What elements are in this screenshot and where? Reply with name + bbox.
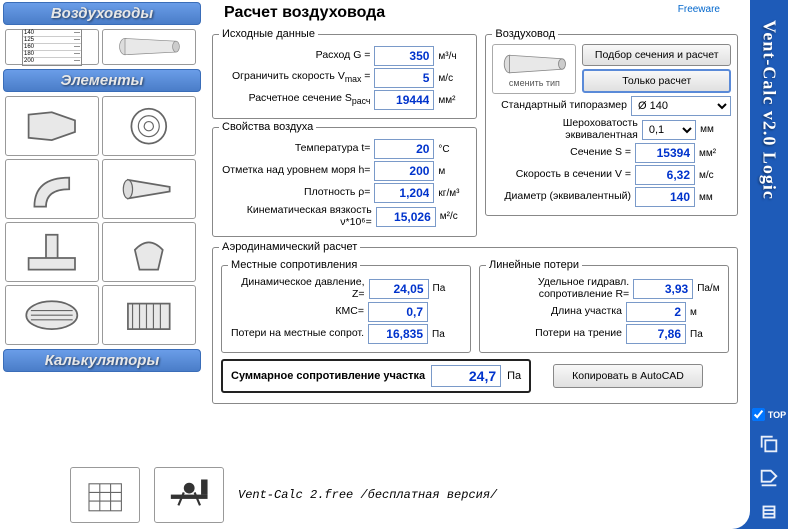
fieldset-linear: Линейные потери Удельное гидравл. сопрот…: [479, 259, 729, 353]
unit-sect: мм²: [438, 95, 470, 106]
lbl-sect: Расчетное сечение Sрасч: [249, 93, 371, 107]
top-checkbox[interactable]: TOP: [752, 408, 786, 421]
unit-d: мм: [699, 192, 731, 203]
select-rough[interactable]: 0,1: [642, 120, 696, 140]
input-kmc[interactable]: [368, 302, 428, 322]
out-r: [633, 279, 693, 299]
btn-calc-only[interactable]: Только расчет: [582, 69, 731, 93]
legend-aero: Аэродинамический расчет: [219, 241, 360, 253]
footer-text: Vent-Calc 2.free /бесплатная версия/: [238, 488, 497, 502]
thumb-diffuser[interactable]: [102, 96, 196, 156]
input-sect[interactable]: [374, 90, 434, 110]
thumb-round-duct[interactable]: [102, 29, 196, 65]
fieldset-local: Местные сопротивления Динамическое давле…: [221, 259, 471, 353]
unit-fric: Па: [690, 329, 722, 340]
export-icon[interactable]: [756, 465, 782, 491]
thumb-elbow[interactable]: [5, 159, 99, 219]
sum-box: Суммарное сопротивление участка Па: [221, 359, 531, 393]
input-dens[interactable]: [374, 183, 434, 203]
out-fric: [626, 324, 686, 344]
thumb-cap[interactable]: [102, 222, 196, 282]
input-flow[interactable]: [374, 46, 434, 66]
legend-input: Исходные данные: [219, 28, 318, 40]
input-temp[interactable]: [374, 139, 434, 159]
btn-copy-autocad[interactable]: Копировать в AutoCAD: [553, 364, 703, 388]
unit-sum: Па: [507, 370, 521, 382]
lbl-visc: Кинематическая вязкость ν*10⁶=: [219, 205, 372, 228]
input-visc[interactable]: [376, 207, 436, 227]
thumb-calc-building[interactable]: [70, 467, 140, 523]
fieldset-duct: Воздуховод сменить тип Подбор сечения и …: [485, 28, 738, 216]
unit-flow: м³/ч: [438, 51, 470, 62]
lbl-alt: Отметка над уровнем моря h=: [222, 165, 370, 177]
unit-rough: мм: [700, 124, 731, 135]
page-title: Расчет воздуховода: [224, 4, 740, 22]
unit-len: м: [690, 307, 722, 318]
lbl-localloss: Потери на местные сопрот.: [231, 328, 364, 340]
unit-dens: кг/м³: [438, 188, 470, 199]
lbl-rough: Шероховатость эквивалентная: [492, 118, 637, 141]
lbl-temp: Температура t=: [295, 143, 371, 155]
thumb-adapter[interactable]: [5, 96, 99, 156]
legend-duct: Воздуховод: [492, 28, 558, 40]
sidebar-hdr-elements: Элементы: [3, 69, 201, 92]
duct-type-image[interactable]: сменить тип: [492, 44, 576, 94]
unit-visc: м²/с: [440, 211, 471, 222]
fieldset-input: Исходные данные Расход G = м³/ч Ограничит…: [212, 28, 477, 119]
unit-v: м/с: [699, 170, 731, 181]
freeware-link[interactable]: Freeware: [678, 4, 720, 15]
unit-r: Па/м: [697, 283, 722, 294]
unit-s: мм²: [699, 148, 731, 159]
thumb-heater[interactable]: [102, 285, 196, 345]
lbl-size: Стандартный типоразмер: [501, 100, 627, 112]
lbl-vmax: Ограничить скорость Vmax =: [232, 71, 370, 85]
btn-pick-section[interactable]: Подбор сечения и расчет: [582, 44, 731, 66]
out-v: [635, 165, 695, 185]
lbl-fric: Потери на трение: [535, 328, 622, 340]
fieldset-air: Свойства воздуха Температура t= °C Отметк…: [212, 121, 477, 237]
top-checkbox-label: TOP: [768, 410, 786, 420]
thumb-reducer[interactable]: [102, 159, 196, 219]
lbl-r: Удельное гидравл. сопротивление R=: [486, 277, 629, 300]
lbl-v: Скорость в сечении V =: [516, 169, 631, 181]
lbl-z: Динамическое давление, Z=: [228, 277, 365, 300]
lbl-d: Диаметр (эквивалентный): [504, 191, 631, 203]
sidebar-hdr-ducts: Воздуховоды: [3, 2, 201, 25]
fieldset-aero: Аэродинамический расчет Местные сопротив…: [212, 241, 738, 404]
lbl-flow: Расход G =: [316, 50, 371, 62]
settings-icon[interactable]: [756, 499, 782, 525]
app-title-vertical: Vent-Calc v2.0 Logic: [759, 20, 780, 200]
thumb-tee[interactable]: [5, 222, 99, 282]
unit-temp: °C: [438, 144, 470, 155]
unit-z: Па: [433, 283, 464, 294]
unit-alt: м: [438, 166, 470, 177]
legend-local: Местные сопротивления: [228, 259, 360, 271]
lbl-sum: Суммарное сопротивление участка: [231, 370, 425, 382]
legend-air: Свойства воздуха: [219, 121, 316, 133]
input-alt[interactable]: [374, 161, 434, 181]
thumb-calc-drafting[interactable]: [154, 467, 224, 523]
copy-icon[interactable]: [756, 431, 782, 457]
top-checkbox-input[interactable]: [752, 408, 765, 421]
legend-linear: Линейные потери: [486, 259, 582, 271]
out-localloss: [368, 324, 428, 344]
out-sum: [431, 365, 501, 387]
thumb-sizes-table[interactable]: 140—125—160—180—200—: [5, 29, 99, 65]
select-size[interactable]: Ø 140: [631, 96, 731, 116]
sidebar-hdr-calcs: Калькуляторы: [3, 349, 201, 372]
input-len[interactable]: [626, 302, 686, 322]
input-vmax[interactable]: [374, 68, 434, 88]
unit-localloss: Па: [432, 329, 464, 340]
lbl-s: Сечение S =: [570, 147, 631, 159]
change-type-label: сменить тип: [509, 78, 560, 88]
out-s: [635, 143, 695, 163]
unit-vmax: м/с: [438, 73, 470, 84]
lbl-kmc: КМС=: [335, 306, 364, 318]
lbl-len: Длина участка: [551, 306, 622, 318]
out-z: [369, 279, 429, 299]
out-d: [635, 187, 695, 207]
thumb-grille[interactable]: [5, 285, 99, 345]
lbl-dens: Плотность ρ=: [304, 187, 370, 199]
